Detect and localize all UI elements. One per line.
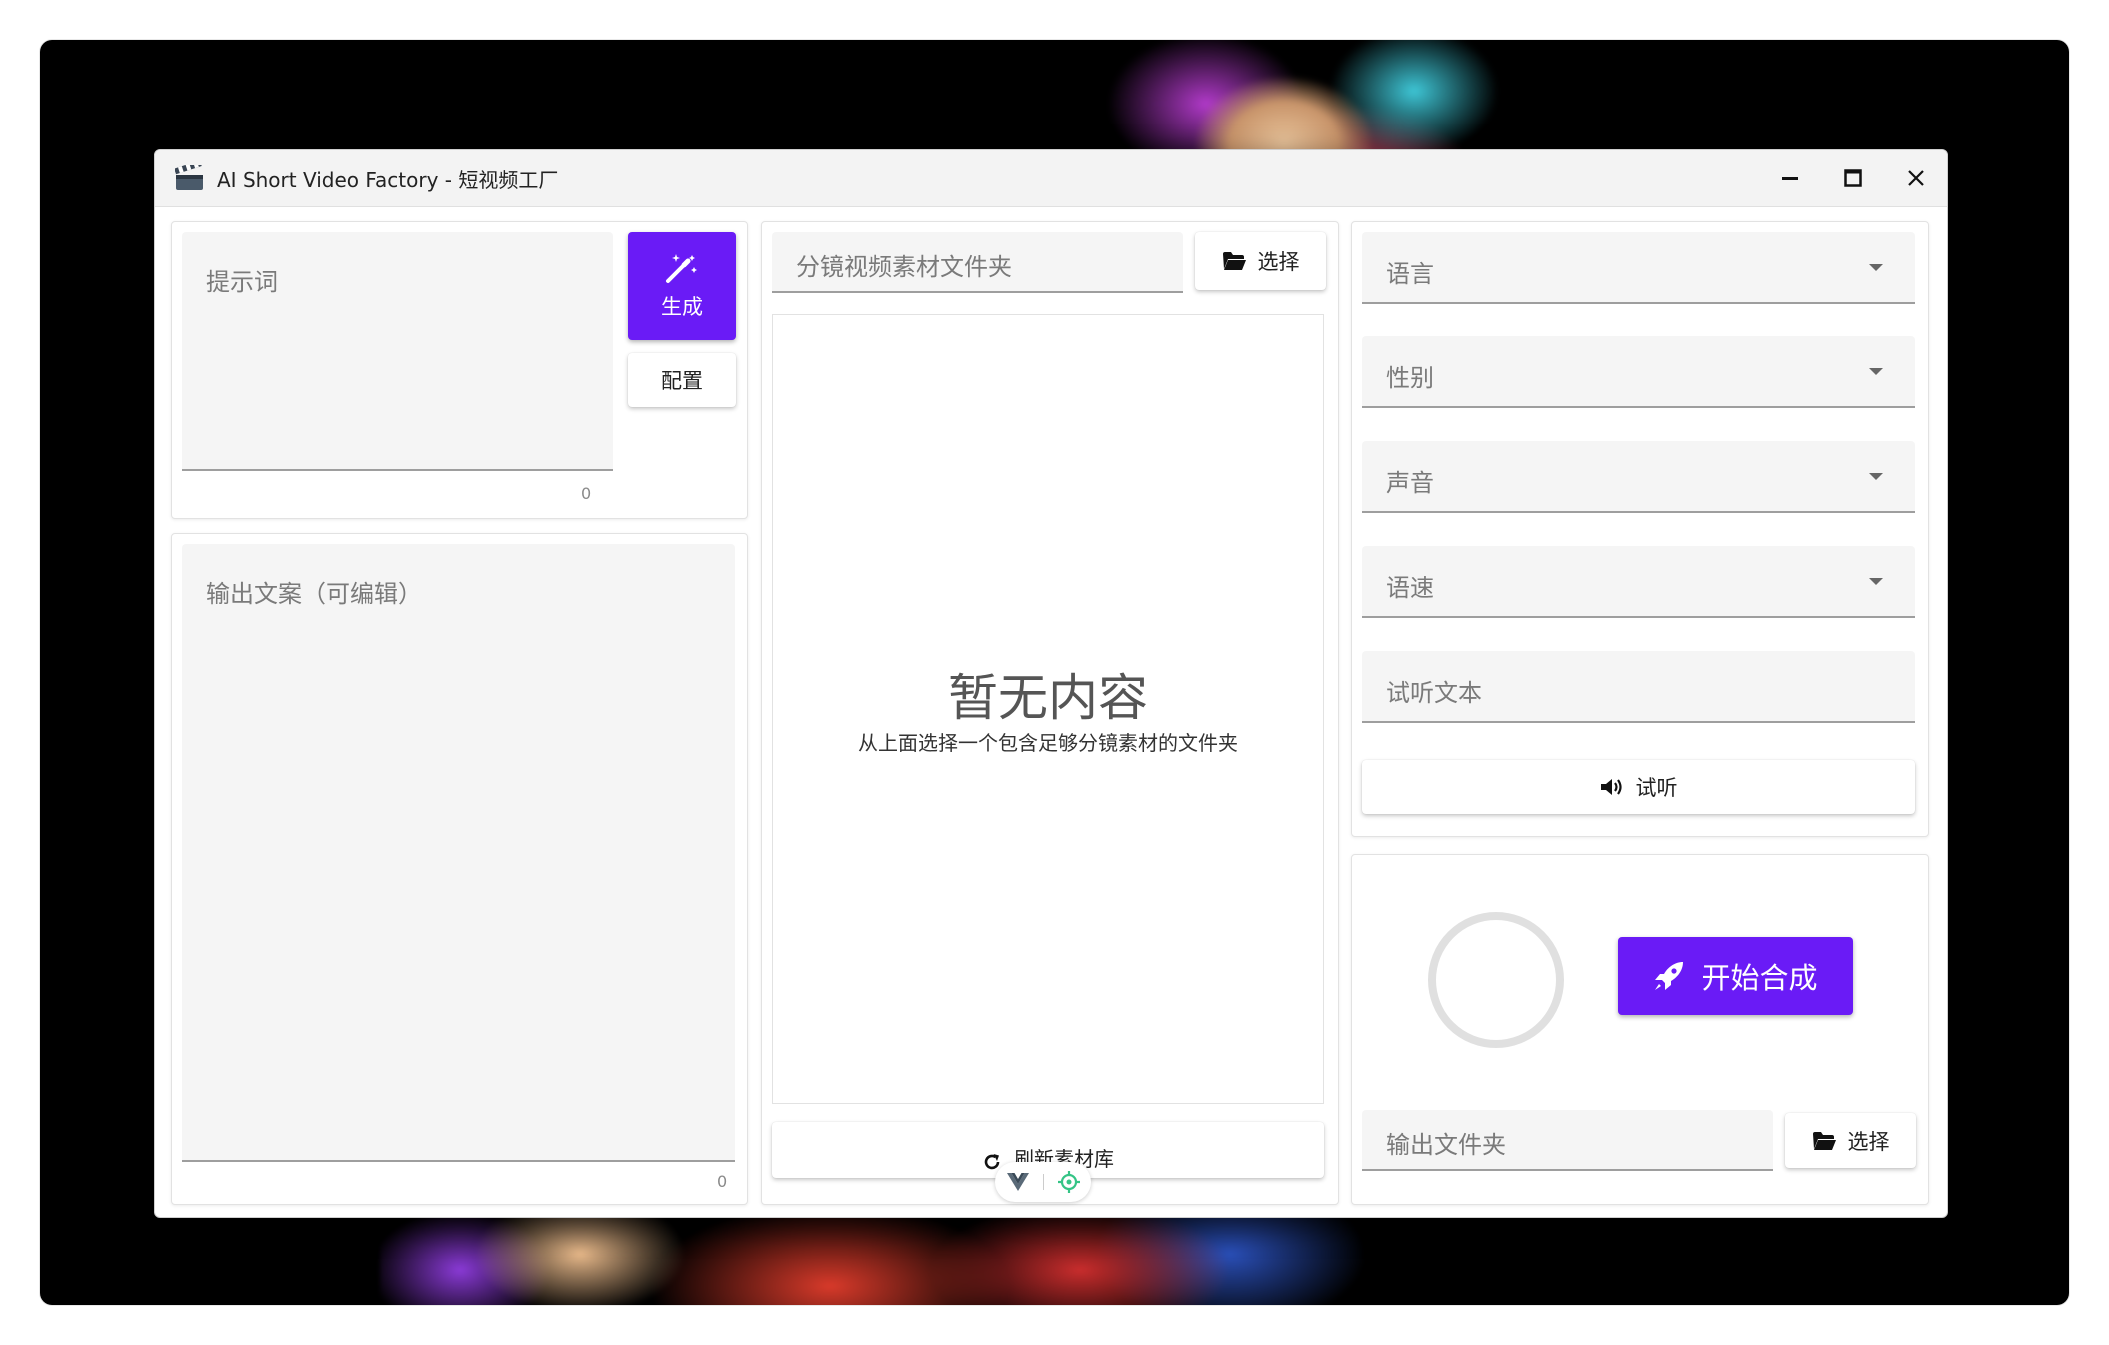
output-copy-textarea[interactable]: 输出文案（可编辑） [182, 544, 735, 1162]
chevron-down-icon [1869, 368, 1883, 375]
title-bar[interactable]: AI Short Video Factory - 短视频工厂 [155, 150, 1947, 207]
compose-panel: 开始合成 输出文件夹 选择 [1351, 854, 1929, 1205]
prompt-input[interactable]: 提示词 [182, 232, 613, 471]
config-label: 配置 [661, 369, 703, 393]
listen-label: 试听 [1635, 776, 1678, 800]
speed-select[interactable]: 语速 [1362, 546, 1915, 618]
clapperboard-icon [174, 160, 205, 191]
storyboard-folder-label: 分镜视频素材文件夹 [796, 253, 1012, 281]
output-folder-input[interactable]: 输出文件夹 [1362, 1110, 1773, 1171]
chevron-down-icon [1869, 264, 1883, 271]
storyboard-empty-area: 暂无内容 从上面选择一个包含足够分镜素材的文件夹 [772, 314, 1324, 1104]
chevron-down-icon [1869, 578, 1883, 585]
maximize-button[interactable] [1821, 150, 1884, 206]
storyboard-panel: 分镜视频素材文件夹 选择 暂无内容 从上面选择一个包含足够分镜素材的文件夹 刷新… [761, 221, 1339, 1205]
app-window: AI Short Video Factory - 短视频工厂 提示词 0 生成 … [154, 149, 1948, 1218]
minimize-icon [1781, 177, 1798, 180]
storyboard-folder-input[interactable]: 分镜视频素材文件夹 [772, 232, 1183, 293]
language-label: 语言 [1386, 260, 1434, 288]
minimize-button[interactable] [1758, 150, 1821, 206]
rocket-icon [1655, 962, 1684, 990]
generate-button[interactable]: 生成 [628, 232, 736, 340]
empty-state-hint: 从上面选择一个包含足够分镜素材的文件夹 [858, 731, 1238, 755]
vue-logo-icon[interactable] [1006, 1173, 1029, 1191]
config-button[interactable]: 配置 [628, 353, 736, 407]
progress-ring [1428, 912, 1564, 1048]
listen-button[interactable]: 试听 [1362, 760, 1915, 814]
start-compose-button[interactable]: 开始合成 [1618, 937, 1853, 1015]
tts-panel: 语言 性别 声音 语速 试听文本 试听 [1351, 221, 1929, 837]
output-folder-select-button[interactable]: 选择 [1785, 1113, 1916, 1168]
window-title: AI Short Video Factory - 短视频工厂 [217, 167, 559, 192]
output-copy-panel: 输出文案（可编辑） 0 [171, 533, 748, 1205]
output-copy-char-count: 0 [717, 1172, 728, 1191]
gender-label: 性别 [1386, 364, 1434, 392]
chevron-down-icon [1869, 473, 1883, 480]
speaker-icon [1600, 779, 1622, 795]
voice-label: 声音 [1386, 469, 1434, 497]
folder-open-icon [1222, 252, 1246, 270]
output-copy-label: 输出文案（可编辑） [206, 580, 422, 608]
devtools-toolbar[interactable] [995, 1162, 1091, 1202]
start-compose-label: 开始合成 [1701, 961, 1818, 995]
prompt-char-count: 0 [581, 484, 592, 503]
prompt-label: 提示词 [206, 268, 278, 296]
close-button[interactable] [1884, 150, 1947, 206]
language-select[interactable]: 语言 [1362, 232, 1915, 304]
storyboard-select-label: 选择 [1257, 250, 1300, 274]
close-icon [1907, 170, 1924, 186]
speed-label: 语速 [1386, 574, 1434, 602]
prompt-panel: 提示词 0 生成 配置 [171, 221, 748, 519]
voice-select[interactable]: 声音 [1362, 441, 1915, 513]
preview-text-input[interactable]: 试听文本 [1362, 651, 1915, 723]
empty-state-title: 暂无内容 [948, 669, 1148, 727]
devtools-divider [1042, 1174, 1044, 1190]
output-folder-label: 输出文件夹 [1386, 1131, 1506, 1159]
gender-select[interactable]: 性别 [1362, 336, 1915, 408]
storyboard-select-button[interactable]: 选择 [1195, 232, 1326, 290]
target-icon[interactable] [1057, 1171, 1080, 1193]
maximize-icon [1843, 169, 1862, 187]
folder-open-icon [1812, 1131, 1836, 1150]
preview-text-label: 试听文本 [1386, 679, 1482, 707]
generate-label: 生成 [661, 295, 703, 319]
magic-wand-icon [666, 254, 697, 283]
output-folder-select-label: 选择 [1847, 1129, 1890, 1154]
